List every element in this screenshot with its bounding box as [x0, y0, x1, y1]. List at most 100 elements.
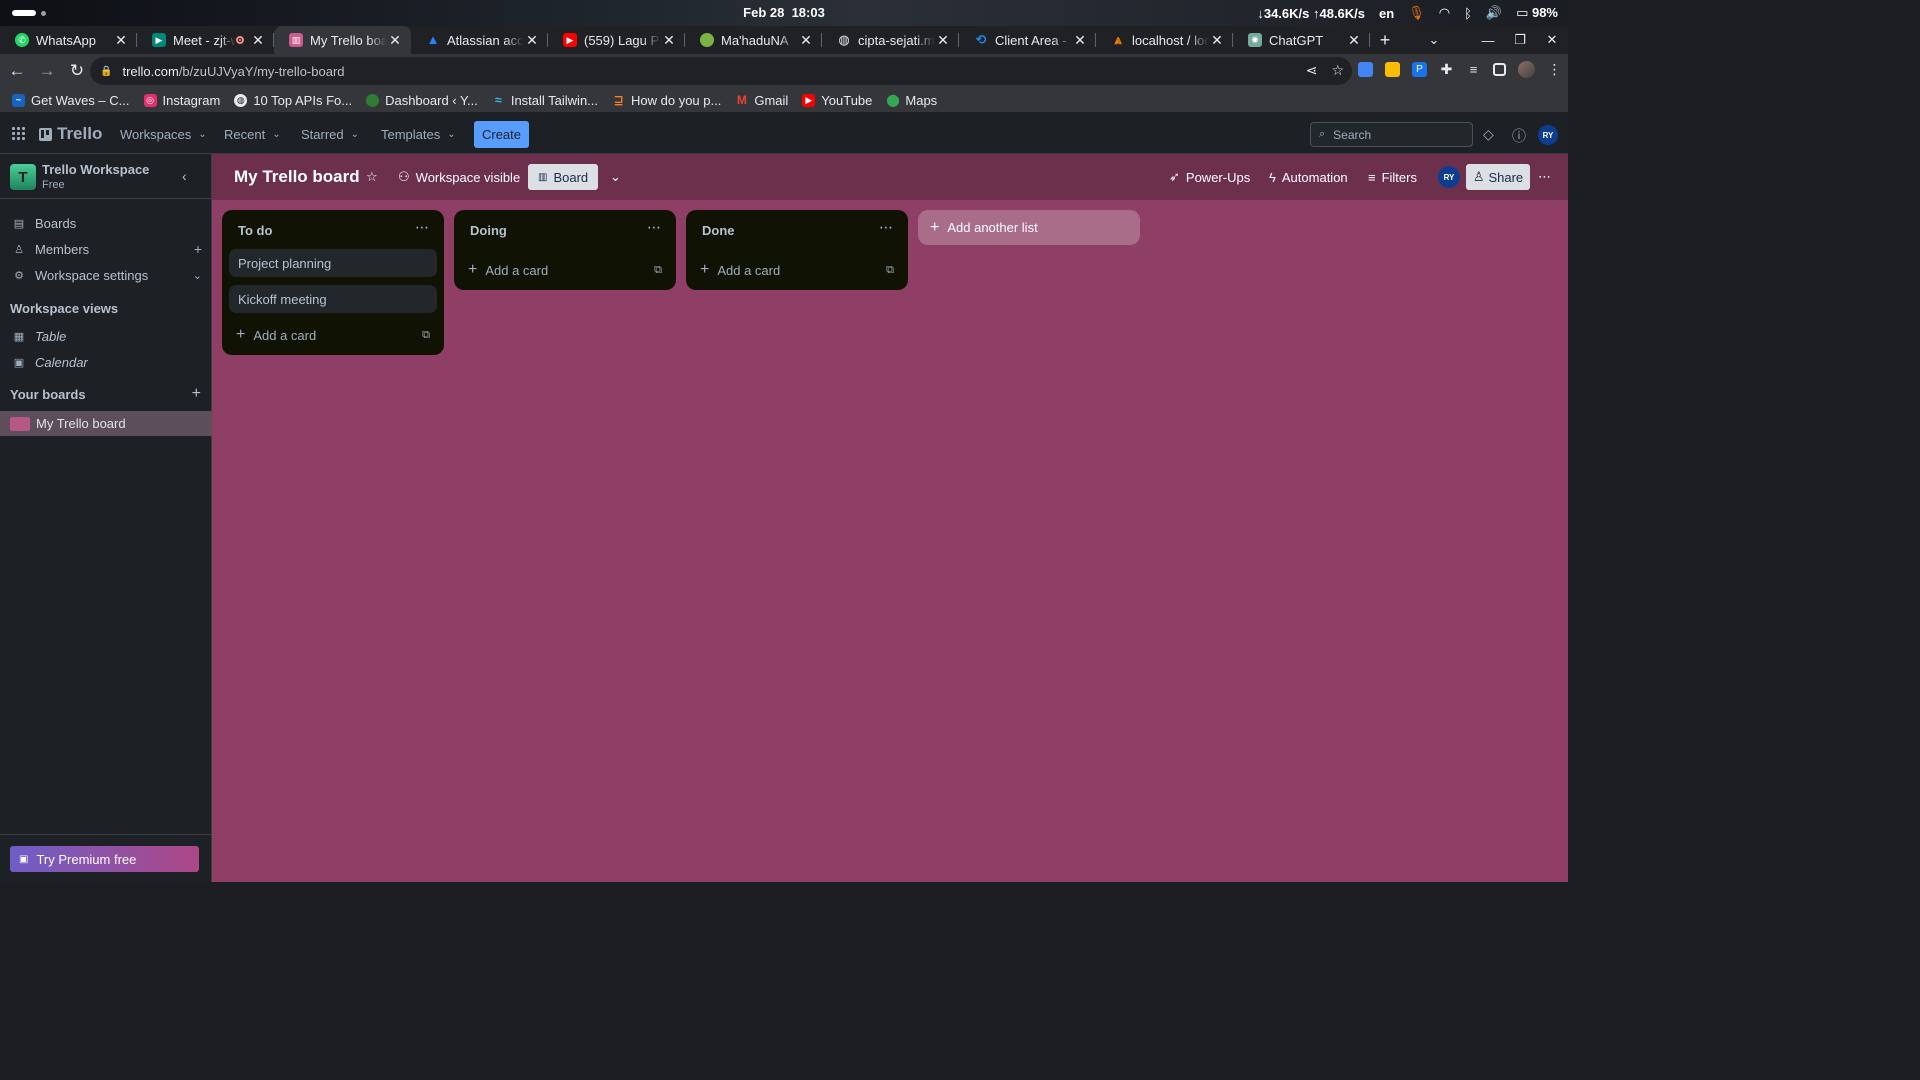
language-indicator[interactable]: en: [1379, 6, 1394, 21]
visibility-button[interactable]: ⚇ Workspace visible: [398, 164, 520, 190]
add-card-button[interactable]: + Add a card: [236, 326, 316, 344]
close-tab-icon[interactable]: ✕: [387, 32, 403, 49]
extension-badge-icon[interactable]: P: [1412, 62, 1427, 77]
tab-chatgpt[interactable]: ✺ ChatGPT ✕: [1233, 26, 1370, 54]
bookmark-maps[interactable]: ⬤ Maps: [886, 93, 937, 108]
lock-icon[interactable]: 🔒: [100, 66, 112, 77]
recent-menu[interactable]: Recent ⌄: [224, 122, 281, 146]
extension-photos-icon[interactable]: [1385, 62, 1400, 77]
workspaces-menu[interactable]: Workspaces ⌄: [120, 122, 207, 146]
media-controls-icon[interactable]: ≡: [1466, 62, 1481, 77]
tab-localhost[interactable]: ⩓ localhost / loca ✕: [1096, 26, 1233, 54]
add-another-list-button[interactable]: + Add another list: [918, 210, 1140, 245]
close-tab-icon[interactable]: ✕: [935, 32, 951, 49]
bookmark-stackoverflow[interactable]: ⊒ How do you p...: [612, 93, 721, 108]
bookmark-dashboard[interactable]: Dashboard ‹ Y...: [366, 93, 478, 108]
close-tab-icon[interactable]: ✕: [798, 32, 814, 49]
sidebar-item-table[interactable]: ▦ Table: [0, 323, 212, 349]
bookmark-top-apis[interactable]: ◍ 10 Top APIs Fo...: [234, 93, 352, 108]
card-template-icon[interactable]: ⧉: [422, 329, 430, 342]
share-icon[interactable]: ⋖: [1306, 62, 1318, 79]
tab-meet[interactable]: ▶ Meet - zjt-w ✕: [137, 26, 274, 54]
card-template-icon[interactable]: ⧉: [886, 264, 894, 277]
app-switcher-icon[interactable]: [12, 127, 26, 141]
activities-indicator[interactable]: [12, 10, 46, 16]
account-avatar[interactable]: RY: [1538, 125, 1558, 145]
close-tab-icon[interactable]: ✕: [661, 32, 677, 49]
tab-client-area[interactable]: ⟲ Client Area - P ✕: [959, 26, 1096, 54]
minimize-icon[interactable]: —: [1472, 33, 1504, 48]
starred-menu[interactable]: Starred ⌄: [301, 122, 359, 146]
trello-logo[interactable]: Trello: [39, 124, 102, 144]
list-title[interactable]: Doing: [470, 223, 507, 238]
tab-youtube[interactable]: ▶ (559) Lagu Pop ✕: [548, 26, 685, 54]
bookmark-star-icon[interactable]: ☆: [1331, 62, 1344, 79]
os-status-area[interactable]: ↓34.6K/s ↑48.6K/s en 🎙 ◠ ᛒ 🔊 ▭ 98%: [1257, 5, 1558, 21]
close-window-icon[interactable]: ✕: [1536, 32, 1568, 48]
power-ups-button[interactable]: ➶ Power-Ups: [1169, 164, 1250, 190]
tab-trello[interactable]: ▥ My Trello board ✕: [274, 26, 411, 54]
collapse-sidebar-icon[interactable]: ‹: [182, 168, 187, 184]
filters-button[interactable]: ≡ Filters: [1368, 164, 1417, 190]
views-dropdown-icon[interactable]: ⌄: [610, 164, 621, 190]
close-tab-icon[interactable]: ✕: [1346, 32, 1362, 49]
sidebar-board-item[interactable]: My Trello board: [0, 411, 212, 436]
add-card-button[interactable]: + Add a card: [700, 261, 780, 279]
list-title[interactable]: To do: [238, 223, 272, 238]
list-actions-icon[interactable]: ⋯: [647, 219, 662, 236]
sidebar-item-settings[interactable]: ⚙ Workspace settings ⌄: [0, 262, 212, 288]
notifications-icon[interactable]: ◇: [1483, 126, 1494, 143]
back-button[interactable]: ←: [4, 58, 30, 84]
tab-cipta-sejati[interactable]: ◍ cipta-sejati.my ✕: [822, 26, 959, 54]
card-project-planning[interactable]: Project planning: [229, 249, 437, 277]
bookmark-get-waves[interactable]: ~ Get Waves – C...: [12, 93, 130, 108]
close-tab-icon[interactable]: ✕: [524, 32, 540, 49]
create-button[interactable]: Create: [474, 121, 529, 148]
tab-search-icon[interactable]: ⌄: [1418, 32, 1450, 48]
workspace-badge[interactable]: T: [10, 164, 36, 190]
card-kickoff-meeting[interactable]: Kickoff meeting: [229, 285, 437, 313]
tab-mahaduna[interactable]: Ma'haduNA ✕: [685, 26, 822, 54]
bookmark-instagram[interactable]: ◎ Instagram: [143, 93, 220, 108]
add-board-icon[interactable]: +: [192, 385, 201, 403]
list-actions-icon[interactable]: ⋯: [879, 219, 894, 236]
templates-menu[interactable]: Templates ⌄: [381, 122, 456, 146]
address-bar[interactable]: 🔒 trello.com/b/zuUJVyaY/my-trello-board …: [90, 57, 1352, 85]
board-view-button[interactable]: ▥ Board: [528, 164, 599, 190]
list-title[interactable]: Done: [702, 223, 735, 238]
close-tab-icon[interactable]: ✕: [250, 32, 266, 49]
close-tab-icon[interactable]: ✕: [113, 32, 129, 49]
sidebar-item-calendar[interactable]: ▣ Calendar: [0, 349, 212, 375]
bookmark-gmail[interactable]: M Gmail: [735, 93, 788, 108]
restore-icon[interactable]: ❐: [1504, 32, 1536, 48]
automation-button[interactable]: ϟ Automation: [1269, 164, 1348, 190]
workspace-name[interactable]: Trello Workspace: [42, 162, 149, 177]
share-button[interactable]: ♙ Share: [1466, 164, 1530, 190]
browser-menu-icon[interactable]: ⋮: [1547, 62, 1562, 77]
board-title[interactable]: My Trello board: [234, 167, 360, 187]
bookmark-youtube[interactable]: ▶ YouTube: [802, 93, 872, 108]
add-member-icon[interactable]: +: [194, 241, 202, 257]
help-icon[interactable]: ⓘ: [1512, 126, 1526, 146]
add-card-button[interactable]: + Add a card: [468, 261, 548, 279]
sidebar-item-members[interactable]: ♙ Members +: [0, 236, 212, 262]
board-menu-icon[interactable]: ⋯: [1538, 164, 1551, 190]
close-tab-icon[interactable]: ✕: [1072, 32, 1088, 49]
forward-button[interactable]: →: [34, 58, 60, 84]
reload-button[interactable]: ↻: [64, 58, 90, 84]
card-template-icon[interactable]: ⧉: [654, 264, 662, 277]
close-tab-icon[interactable]: ✕: [1209, 32, 1225, 49]
list-actions-icon[interactable]: ⋯: [415, 219, 430, 236]
board-member-avatar[interactable]: RY: [1438, 166, 1460, 188]
chevron-down-icon[interactable]: ⌄: [193, 269, 202, 282]
tab-atlassian[interactable]: ▲ Atlassian account ✕: [411, 26, 548, 54]
sidebar-item-boards[interactable]: ▤ Boards: [0, 210, 212, 236]
side-panel-icon[interactable]: [1493, 63, 1506, 76]
extension-docs-icon[interactable]: [1358, 62, 1373, 77]
try-premium-button[interactable]: ▣ Try Premium free: [10, 846, 199, 872]
search-input[interactable]: ⌕ Search: [1310, 122, 1473, 147]
profile-avatar[interactable]: [1518, 61, 1535, 78]
star-board-icon[interactable]: ☆: [366, 164, 378, 190]
extensions-puzzle-icon[interactable]: ✚: [1439, 62, 1454, 77]
new-tab-button[interactable]: +: [1370, 26, 1400, 54]
